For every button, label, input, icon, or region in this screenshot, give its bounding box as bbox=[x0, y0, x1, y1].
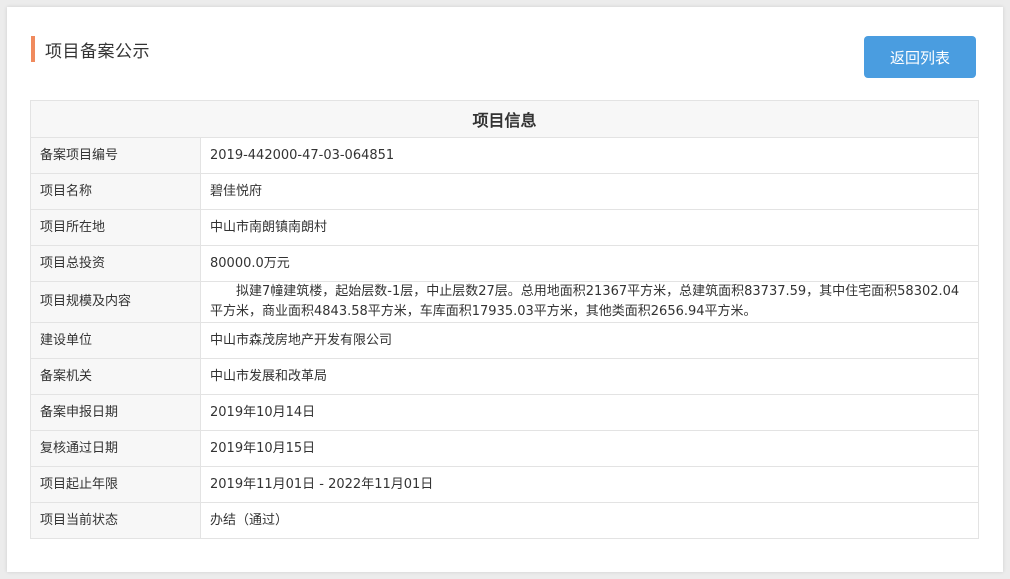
row-label-period: 项目起止年限 bbox=[30, 466, 201, 503]
table-header-row: 项目信息 bbox=[30, 100, 979, 138]
row-label-scale-content: 项目规模及内容 bbox=[30, 281, 201, 323]
table-row: 备案项目编号 2019-442000-47-03-064851 bbox=[30, 137, 979, 174]
table-row: 项目当前状态 办结（通过） bbox=[30, 502, 979, 539]
row-label-filing-date: 备案申报日期 bbox=[30, 394, 201, 431]
table-row: 项目起止年限 2019年11月01日 - 2022年11月01日 bbox=[30, 466, 979, 503]
row-label-status: 项目当前状态 bbox=[30, 502, 201, 539]
table-row: 项目所在地 中山市南朗镇南朗村 bbox=[30, 209, 979, 246]
row-label-authority: 备案机关 bbox=[30, 358, 201, 395]
row-label-location: 项目所在地 bbox=[30, 209, 201, 246]
back-to-list-button[interactable]: 返回列表 bbox=[864, 36, 976, 78]
table-title: 项目信息 bbox=[30, 100, 979, 138]
row-value-scale-content: 拟建7幢建筑楼，起始层数-1层，中止层数27层。总用地面积21367平方米，总建… bbox=[200, 281, 979, 323]
table-row: 复核通过日期 2019年10月15日 bbox=[30, 430, 979, 467]
page-header: 项目备案公示 bbox=[31, 35, 150, 63]
row-value-filing-date: 2019年10月14日 bbox=[200, 394, 979, 431]
row-label-review-date: 复核通过日期 bbox=[30, 430, 201, 467]
table-row: 备案申报日期 2019年10月14日 bbox=[30, 394, 979, 431]
row-value-record-number: 2019-442000-47-03-064851 bbox=[200, 137, 979, 174]
row-label-record-number: 备案项目编号 bbox=[30, 137, 201, 174]
header-accent-bar bbox=[31, 36, 35, 62]
row-label-project-name: 项目名称 bbox=[30, 173, 201, 210]
row-value-period: 2019年11月01日 - 2022年11月01日 bbox=[200, 466, 979, 503]
row-value-project-name: 碧佳悦府 bbox=[200, 173, 979, 210]
row-value-developer: 中山市森茂房地产开发有限公司 bbox=[200, 322, 979, 359]
table-row: 项目名称 碧佳悦府 bbox=[30, 173, 979, 210]
row-label-total-investment: 项目总投资 bbox=[30, 245, 201, 282]
table-row: 项目规模及内容 拟建7幢建筑楼，起始层数-1层，中止层数27层。总用地面积213… bbox=[30, 281, 979, 323]
main-panel: 项目备案公示 返回列表 项目信息 备案项目编号 2019-442000-47-0… bbox=[7, 7, 1003, 572]
page-title: 项目备案公示 bbox=[45, 41, 150, 62]
table-row: 项目总投资 80000.0万元 bbox=[30, 245, 979, 282]
row-value-authority: 中山市发展和改革局 bbox=[200, 358, 979, 395]
table-row: 建设单位 中山市森茂房地产开发有限公司 bbox=[30, 322, 979, 359]
table-row: 备案机关 中山市发展和改革局 bbox=[30, 358, 979, 395]
row-value-review-date: 2019年10月15日 bbox=[200, 430, 979, 467]
row-value-status: 办结（通过） bbox=[200, 502, 979, 539]
row-label-developer: 建设单位 bbox=[30, 322, 201, 359]
row-value-total-investment: 80000.0万元 bbox=[200, 245, 979, 282]
row-value-location: 中山市南朗镇南朗村 bbox=[200, 209, 979, 246]
project-info-table: 项目信息 备案项目编号 2019-442000-47-03-064851 项目名… bbox=[30, 100, 979, 539]
